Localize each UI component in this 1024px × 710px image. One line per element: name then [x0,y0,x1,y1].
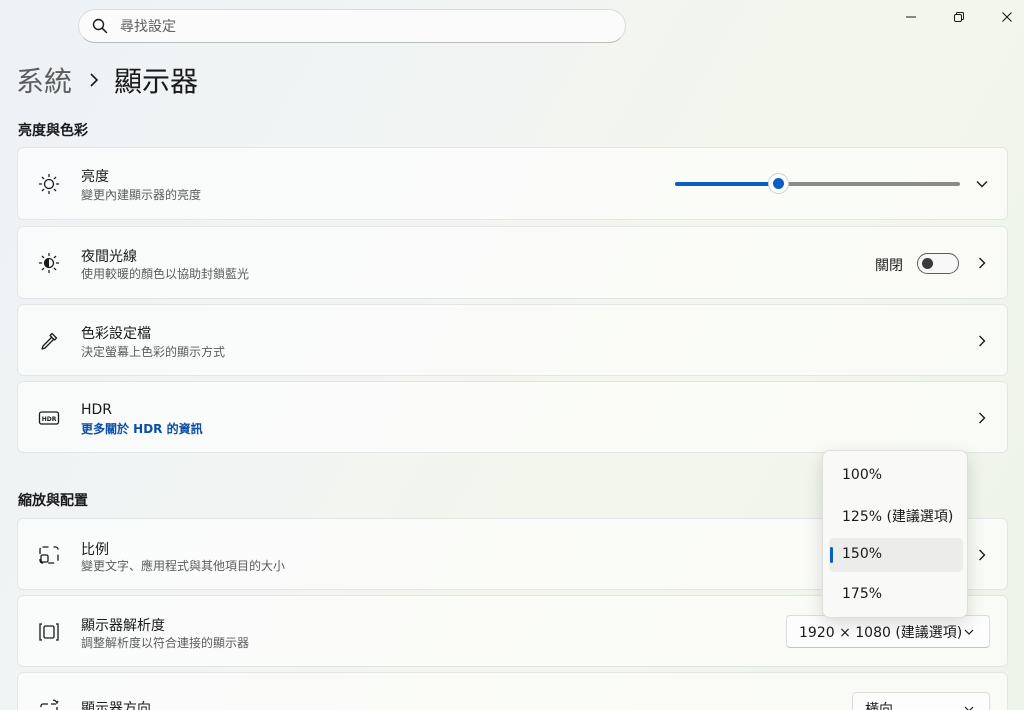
slider-thumb[interactable] [768,173,789,194]
slider-fill [675,182,778,186]
section-title-scale-layout: 縮放與配置 [18,493,88,509]
search-icon [92,18,108,34]
night-light-toggle[interactable] [917,253,959,274]
night-light-title: 夜間光線 [81,249,137,265]
minimize-icon [906,16,916,18]
toggle-knob [922,258,933,269]
scale-subtitle: 變更文字、應用程式與其他項目的大小 [81,559,286,573]
scale-option[interactable]: 175% [829,578,963,612]
scale-title: 比例 [81,542,109,558]
svg-text:HDR: HDR [42,416,57,423]
section-title-brightness-color: 亮度與色彩 [18,123,88,139]
orientation-value: 橫向 [865,701,893,710]
close-button[interactable] [996,6,1018,28]
close-icon [1002,12,1012,22]
resolution-icon [38,621,60,643]
brightness-card[interactable]: 亮度 變更內建顯示器的亮度 [17,147,1008,220]
night-light-toggle-label: 關閉 [875,258,903,274]
restore-icon [954,12,964,22]
chevron-right-icon [88,72,100,88]
resolution-dropdown[interactable]: 1920 × 1080 (建議選項) [786,615,990,648]
orientation-dropdown[interactable]: 橫向 [852,692,990,710]
chevron-down-icon[interactable] [975,177,989,191]
sun-icon [38,173,60,195]
page-title: 顯示器 [114,65,199,98]
orientation-title: 顯示器方向 [81,701,151,710]
night-light-icon [38,252,60,274]
night-light-card[interactable]: 夜間光線 使用較暖的顏色以協助封鎖藍光 關閉 [17,226,1008,299]
restore-button[interactable] [948,6,970,28]
hdr-info-link[interactable]: 更多關於 HDR 的資訊 [81,420,203,437]
chevron-right-icon[interactable] [975,548,989,562]
resolution-title: 顯示器解析度 [81,618,165,634]
chevron-right-icon[interactable] [975,411,989,425]
hdr-card[interactable]: HDR HDR 更多關於 HDR 的資訊 [17,381,1008,453]
brightness-subtitle: 變更內建顯示器的亮度 [81,188,202,202]
chevron-right-icon[interactable] [975,256,989,270]
night-light-subtitle: 使用較暖的顏色以協助封鎖藍光 [81,267,250,281]
chevron-down-icon [964,706,974,710]
chevron-down-icon [964,629,974,635]
hdr-title: HDR [81,402,113,418]
hdr-icon: HDR [38,407,60,429]
brightness-slider[interactable] [675,173,960,194]
selection-indicator [830,547,833,563]
search-input[interactable]: 尋找設定 [120,16,176,36]
brightness-title: 亮度 [81,169,109,185]
resolution-subtitle: 調整解析度以符合連接的顯示器 [81,636,250,650]
eyedropper-icon [38,330,60,352]
breadcrumb: 系統 顯示器 [16,60,198,100]
scale-option[interactable]: 125% (建議選項) [829,498,963,532]
minimize-button[interactable] [900,6,922,28]
color-profile-subtitle: 決定螢幕上色彩的顯示方式 [81,345,226,359]
scale-option[interactable]: 150% [829,538,963,572]
scale-option[interactable]: 100% [829,459,963,493]
color-profile-title: 色彩設定檔 [81,326,151,342]
orientation-card: 顯示器方向 橫向 [17,672,1008,710]
scale-icon [38,544,60,566]
breadcrumb-parent[interactable]: 系統 [16,60,72,100]
resolution-value: 1920 × 1080 (建議選項) [799,624,963,641]
color-profile-card[interactable]: 色彩設定檔 決定螢幕上色彩的顯示方式 [17,304,1008,376]
orientation-icon [38,698,60,710]
search-box[interactable]: 尋找設定 [78,9,626,43]
scale-dropdown-menu: 100% 125% (建議選項) 150% 175% [822,450,968,618]
chevron-right-icon[interactable] [975,334,989,348]
